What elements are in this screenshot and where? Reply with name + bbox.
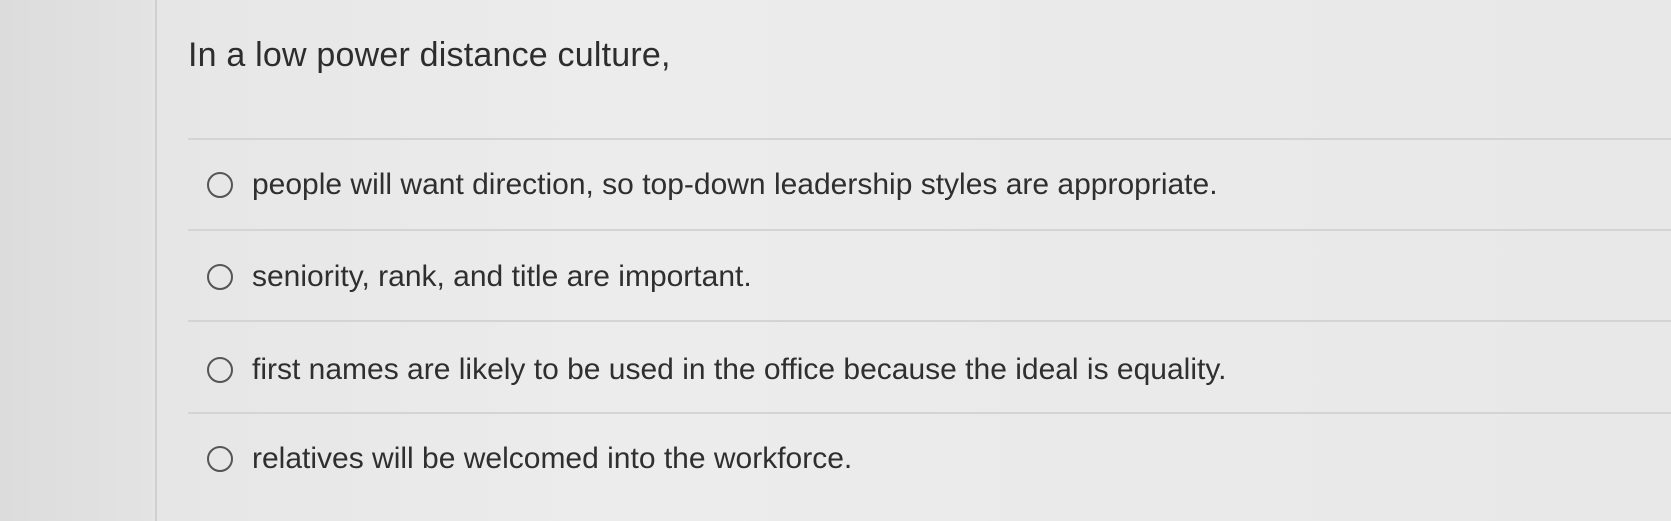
quiz-page: In a low power distance culture, people …	[0, 0, 1671, 521]
radio-button[interactable]	[207, 264, 233, 290]
option-label: relatives will be welcomed into the work…	[252, 442, 853, 475]
answer-option-1[interactable]: people will want direction, so top-down …	[207, 168, 1218, 202]
divider	[188, 320, 1671, 322]
answer-option-4[interactable]: relatives will be welcomed into the work…	[207, 442, 852, 476]
option-label: first names are likely to be used in the…	[252, 353, 1227, 386]
option-label: seniority, rank, and title are important…	[252, 260, 752, 293]
radio-button[interactable]	[207, 446, 233, 472]
question-prompt: In a low power distance culture,	[188, 36, 671, 74]
answer-option-3[interactable]: first names are likely to be used in the…	[207, 353, 1226, 387]
divider	[188, 412, 1671, 414]
divider	[188, 138, 1671, 140]
radio-button[interactable]	[207, 172, 233, 198]
left-border	[155, 0, 157, 521]
option-label: people will want direction, so top-down …	[252, 168, 1218, 201]
answer-option-2[interactable]: seniority, rank, and title are important…	[207, 260, 752, 294]
radio-button[interactable]	[207, 357, 233, 383]
divider	[188, 229, 1671, 231]
